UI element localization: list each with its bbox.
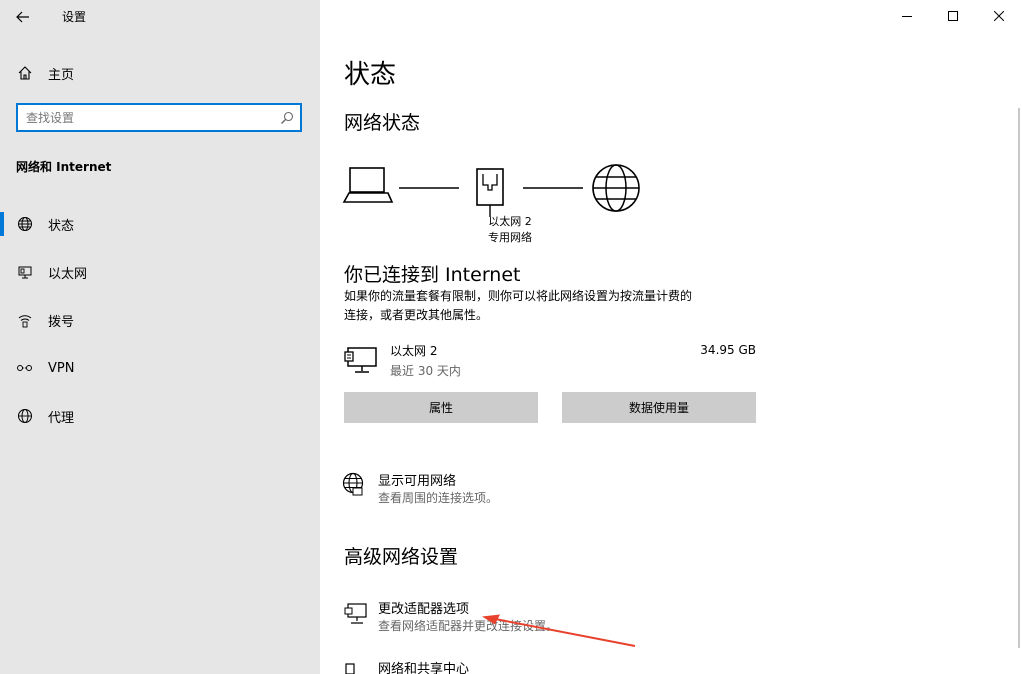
ethernet-adapter-icon [476, 168, 504, 217]
sidebar-item-proxy[interactable]: 代理 [0, 396, 320, 436]
sharing-center-title: 网络和共享中心 [378, 662, 470, 674]
ethernet-computer-icon [344, 347, 377, 373]
app-title: 设置 [62, 10, 87, 24]
properties-button[interactable]: 属性 [344, 392, 538, 423]
main-content: 状态 网络状态 以太网 2 专用网络 你已连接到 Internet 如果你的流量… [320, 0, 1022, 674]
internet-globe-icon [592, 164, 640, 212]
search-box[interactable] [16, 103, 302, 132]
connection-period: 最近 30 天内 [390, 364, 461, 378]
sidebar-item-dialup[interactable]: 拨号 [0, 300, 320, 340]
minimize-icon [902, 16, 912, 17]
globe-icon [16, 407, 34, 425]
annotation-arrow [482, 614, 636, 647]
sidebar-item-vpn[interactable]: VPN [0, 348, 320, 388]
network-diagram [342, 164, 640, 217]
sidebar-item-label: 主页 [48, 67, 75, 83]
sidebar-item-label: 以太网 [48, 266, 88, 282]
show-available-networks-link[interactable]: 显示可用网络 查看周围的连接选项。 [342, 470, 642, 510]
network-sharing-center-link[interactable]: 网络和共享中心 [342, 658, 642, 674]
home-icon [16, 64, 34, 82]
show-networks-subtitle: 查看周围的连接选项。 [378, 491, 499, 505]
sidebar-item-label: 状态 [48, 218, 75, 234]
sidebar-item-status[interactable]: 状态 [0, 204, 320, 244]
maximize-icon [948, 11, 958, 21]
show-networks-title: 显示可用网络 [378, 474, 457, 489]
data-usage-button[interactable]: 数据使用量 [562, 392, 756, 423]
network-status-heading: 网络状态 [344, 112, 421, 134]
connected-heading: 你已连接到 Internet [344, 264, 521, 286]
connected-description-line2: 连接，或者更改其他属性。 [344, 308, 489, 322]
globe-icon [16, 215, 34, 233]
search-input[interactable] [26, 109, 266, 127]
maximize-button[interactable] [930, 0, 976, 32]
adapter-options-title: 更改适配器选项 [378, 602, 470, 617]
sidebar-item-label: VPN [48, 360, 75, 376]
back-arrow-icon [16, 11, 29, 23]
search-icon [281, 111, 294, 124]
sidebar-item-ethernet[interactable]: 以太网 [0, 252, 320, 292]
diagram-network-type-label: 专用网络 [488, 231, 532, 244]
sidebar: 设置 主页 网络和 Internet 状态 以太网 拨号 VPN [0, 0, 320, 674]
sidebar-section-title: 网络和 Internet [16, 160, 112, 174]
sidebar-item-label: 代理 [48, 410, 75, 426]
sharing-center-icon [345, 663, 355, 674]
connected-description-line1: 如果你的流量套餐有限制，则你可以将此网络设置为按流量计费的 [344, 289, 693, 303]
sidebar-item-home[interactable]: 主页 [0, 53, 320, 93]
laptop-icon [342, 167, 394, 203]
diagram-adapter-label: 以太网 2 [488, 215, 532, 228]
available-networks-icon [342, 472, 364, 496]
close-button[interactable] [976, 0, 1022, 32]
back-button[interactable] [8, 4, 38, 30]
adapter-icon [344, 603, 367, 624]
dialup-icon [16, 311, 34, 329]
minimize-button[interactable] [884, 0, 930, 32]
vpn-icon [16, 359, 34, 377]
connection-data-usage: 34.95 GB [700, 343, 756, 357]
ethernet-icon [16, 263, 34, 281]
close-icon [994, 11, 1004, 21]
advanced-settings-heading: 高级网络设置 [344, 546, 459, 568]
page-title: 状态 [344, 60, 397, 90]
connection-name: 以太网 2 [390, 344, 438, 358]
scrollbar[interactable] [1018, 108, 1020, 648]
sidebar-item-label: 拨号 [48, 314, 75, 330]
